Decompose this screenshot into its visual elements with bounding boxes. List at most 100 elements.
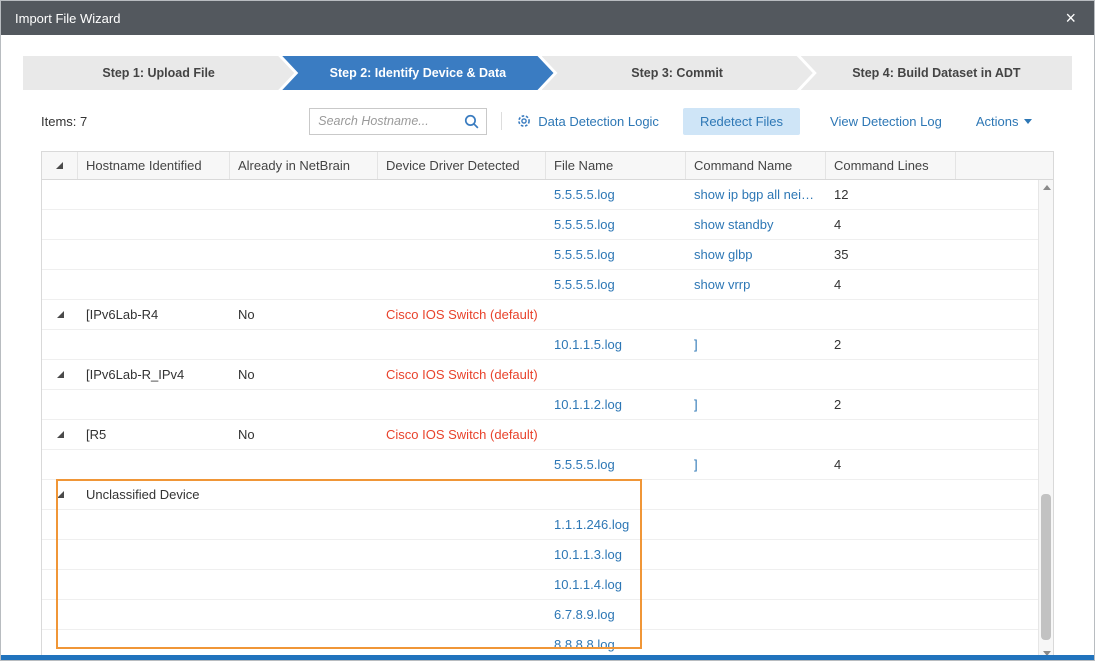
file-row[interactable]: 10.1.1.5.log]2 <box>42 330 1053 360</box>
collapse-triangle-icon[interactable] <box>57 371 64 378</box>
column-header-command-name[interactable]: Command Name <box>686 152 826 179</box>
file-row[interactable]: 10.1.1.2.log]2 <box>42 390 1053 420</box>
actions-label: Actions <box>976 114 1019 129</box>
command-name-link[interactable]: ] <box>694 457 698 472</box>
bottom-accent-strip <box>1 655 1094 660</box>
file-row[interactable]: 10.1.1.4.log <box>42 570 1053 600</box>
file-name-cell: 10.1.1.2.log <box>546 390 686 419</box>
file-name-link[interactable]: 10.1.1.4.log <box>554 577 622 592</box>
step-tab-build-dataset-adt[interactable]: Step 4: Build Dataset in ADT <box>801 56 1072 90</box>
command-lines-cell <box>826 480 956 509</box>
file-name-link[interactable]: 5.5.5.5.log <box>554 187 615 202</box>
toolbar: Items: 7 Data Detection Logic Redetect F… <box>41 107 1054 135</box>
row-toggle-cell <box>42 180 78 209</box>
command-lines-cell: 4 <box>826 450 956 479</box>
file-name-link[interactable]: 10.1.1.2.log <box>554 397 622 412</box>
row-toggle-cell[interactable] <box>42 360 78 389</box>
file-name-link[interactable]: 5.5.5.5.log <box>554 457 615 472</box>
command-name-link[interactable]: show ip bgp all neigh… <box>694 187 820 202</box>
chevron-down-icon <box>1024 119 1032 124</box>
search-input[interactable] <box>318 114 463 128</box>
row-toggle-cell <box>42 270 78 299</box>
collapse-triangle-icon[interactable] <box>57 431 64 438</box>
file-name-link[interactable]: 5.5.5.5.log <box>554 277 615 292</box>
step-label: Step 2: Identify Device & Data <box>330 66 506 80</box>
command-name-link[interactable]: ] <box>694 337 698 352</box>
command-lines-cell <box>826 540 956 569</box>
command-name-link[interactable]: ] <box>694 397 698 412</box>
column-header-already-in-netbrain[interactable]: Already in NetBrain <box>230 152 378 179</box>
row-toggle-cell <box>42 450 78 479</box>
redetect-files-button[interactable]: Redetect Files <box>683 108 800 135</box>
row-toggle-cell[interactable] <box>42 480 78 509</box>
file-row[interactable]: 5.5.5.5.logshow ip bgp all neigh…12 <box>42 180 1053 210</box>
command-name-link[interactable]: show standby <box>694 217 774 232</box>
collapse-all-header-cell[interactable] <box>42 152 78 179</box>
file-row[interactable]: 5.5.5.5.logshow standby4 <box>42 210 1053 240</box>
file-name-cell <box>546 360 686 389</box>
column-header-command-lines[interactable]: Command Lines <box>826 152 956 179</box>
data-detection-logic-link[interactable]: Data Detection Logic <box>516 113 659 129</box>
command-name-cell <box>686 540 826 569</box>
scrollbar-thumb[interactable] <box>1041 494 1051 640</box>
file-row[interactable]: 6.7.8.9.log <box>42 600 1053 630</box>
file-name-cell: 5.5.5.5.log <box>546 180 686 209</box>
device-group-row[interactable]: [R5NoCisco IOS Switch (default) <box>42 420 1053 450</box>
command-name-link[interactable]: show vrrp <box>694 277 750 292</box>
command-name-cell <box>686 480 826 509</box>
step-label: Step 4: Build Dataset in ADT <box>852 66 1020 80</box>
row-toggle-cell <box>42 330 78 359</box>
column-header-device-driver-detected[interactable]: Device Driver Detected <box>378 152 546 179</box>
device-group-row[interactable]: Unclassified Device <box>42 480 1053 510</box>
command-name-cell: show vrrp <box>686 270 826 299</box>
file-name-link[interactable]: 10.1.1.3.log <box>554 547 622 562</box>
file-name-cell: 6.7.8.9.log <box>546 600 686 629</box>
file-row[interactable]: 10.1.1.3.log <box>42 540 1053 570</box>
collapse-triangle-icon[interactable] <box>57 311 64 318</box>
device-driver-cell: Cisco IOS Switch (default) <box>378 300 546 329</box>
actions-dropdown[interactable]: Actions <box>976 114 1033 129</box>
file-name-link[interactable]: 5.5.5.5.log <box>554 217 615 232</box>
row-toggle-cell <box>42 540 78 569</box>
device-group-row[interactable]: [IPv6Lab-R_IPv4NoCisco IOS Switch (defau… <box>42 360 1053 390</box>
device-group-row[interactable]: [IPv6Lab-R4NoCisco IOS Switch (default) <box>42 300 1053 330</box>
file-row[interactable]: 5.5.5.5.logshow glbp35 <box>42 240 1053 270</box>
row-toggle-cell[interactable] <box>42 300 78 329</box>
command-name-link[interactable]: show glbp <box>694 247 753 262</box>
collapse-triangle-icon[interactable] <box>57 491 64 498</box>
device-driver-cell <box>378 450 546 479</box>
file-name-link[interactable]: 10.1.1.5.log <box>554 337 622 352</box>
file-row[interactable]: 1.1.1.246.log <box>42 510 1053 540</box>
device-driver-cell <box>378 210 546 239</box>
already-in-netbrain-cell <box>230 450 378 479</box>
device-driver-cell <box>378 510 546 539</box>
search-icon[interactable] <box>463 113 480 130</box>
file-name-link[interactable]: 5.5.5.5.log <box>554 247 615 262</box>
view-detection-log-link[interactable]: View Detection Log <box>830 114 942 129</box>
row-toggle-cell <box>42 570 78 599</box>
file-row[interactable]: 5.5.5.5.logshow vrrp4 <box>42 270 1053 300</box>
vertical-scrollbar[interactable] <box>1038 180 1053 661</box>
close-button[interactable]: × <box>1061 7 1080 29</box>
file-name-link[interactable]: 8.8.8.8.log <box>554 637 615 652</box>
row-toggle-cell[interactable] <box>42 420 78 449</box>
file-name-cell <box>546 420 686 449</box>
data-detection-logic-label: Data Detection Logic <box>538 114 659 129</box>
hostname-cell <box>78 240 230 269</box>
scroll-up-button[interactable] <box>1039 180 1054 195</box>
column-header-hostname-identified[interactable]: Hostname Identified <box>78 152 230 179</box>
step-tab-identify-device-data[interactable]: Step 2: Identify Device & Data <box>282 56 553 90</box>
file-name-cell: 10.1.1.5.log <box>546 330 686 359</box>
row-toggle-cell <box>42 390 78 419</box>
file-name-cell: 5.5.5.5.log <box>546 270 686 299</box>
already-in-netbrain-cell <box>230 540 378 569</box>
file-name-link[interactable]: 1.1.1.246.log <box>554 517 629 532</box>
window-title: Import File Wizard <box>15 11 120 26</box>
column-header-file-name[interactable]: File Name <box>546 152 686 179</box>
file-row[interactable]: 5.5.5.5.log] 4 <box>42 450 1053 480</box>
step-tab-commit[interactable]: Step 3: Commit <box>542 56 813 90</box>
step-tab-upload-file[interactable]: Step 1: Upload File <box>23 56 294 90</box>
column-header-filler <box>956 152 1053 179</box>
file-name-link[interactable]: 6.7.8.9.log <box>554 607 615 622</box>
already-in-netbrain-cell <box>230 570 378 599</box>
